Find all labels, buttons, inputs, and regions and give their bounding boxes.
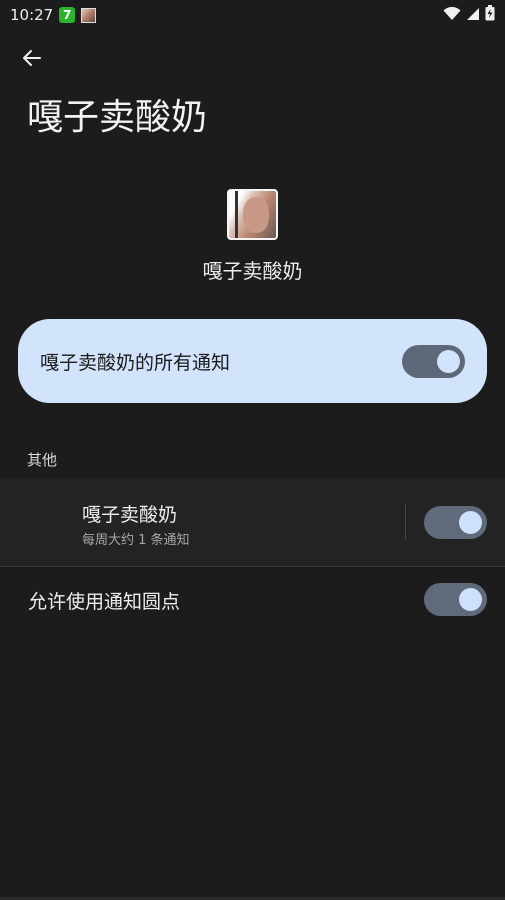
app-icon xyxy=(227,189,278,240)
status-left: 10:27 7 xyxy=(10,6,97,24)
app-icon-stripe xyxy=(235,191,238,238)
switch-thumb xyxy=(437,349,460,373)
channel-switch[interactable] xyxy=(424,506,487,539)
back-button[interactable] xyxy=(16,44,48,76)
app-badge-icon: 7 xyxy=(59,7,76,23)
photo-notification-icon xyxy=(81,7,97,23)
status-time: 10:27 xyxy=(10,6,54,24)
switch-thumb xyxy=(459,588,482,611)
notification-dot-row[interactable]: 允许使用通知圆点 xyxy=(0,567,505,633)
channel-frequency: 每周大约 1 条通知 xyxy=(82,533,190,548)
channel-row[interactable]: 嘎子卖酸奶 每周大约 1 条通知 xyxy=(0,478,505,566)
all-notifications-toggle-row[interactable]: 嘎子卖酸奶的所有通知 xyxy=(18,319,487,403)
status-right xyxy=(443,5,495,25)
vertical-divider xyxy=(405,504,406,540)
wifi-icon xyxy=(443,6,461,25)
channel-title: 嘎子卖酸奶 xyxy=(82,504,178,526)
notification-dot-switch[interactable] xyxy=(424,583,487,616)
section-header-other: 其他 xyxy=(27,451,58,469)
signal-icon xyxy=(466,6,480,25)
all-notifications-switch[interactable] xyxy=(402,344,465,378)
app-name: 嘎子卖酸奶 xyxy=(202,259,303,283)
page-title: 嘎子卖酸奶 xyxy=(27,97,208,138)
battery-charging-icon xyxy=(485,5,495,25)
status-bar: 10:27 7 xyxy=(0,0,505,30)
arrow-back-icon xyxy=(22,48,42,72)
switch-thumb xyxy=(459,511,482,534)
notification-dot-label: 允许使用通知圆点 xyxy=(28,591,181,613)
app-icon-face xyxy=(243,197,269,233)
all-notifications-label: 嘎子卖酸奶的所有通知 xyxy=(40,351,231,374)
